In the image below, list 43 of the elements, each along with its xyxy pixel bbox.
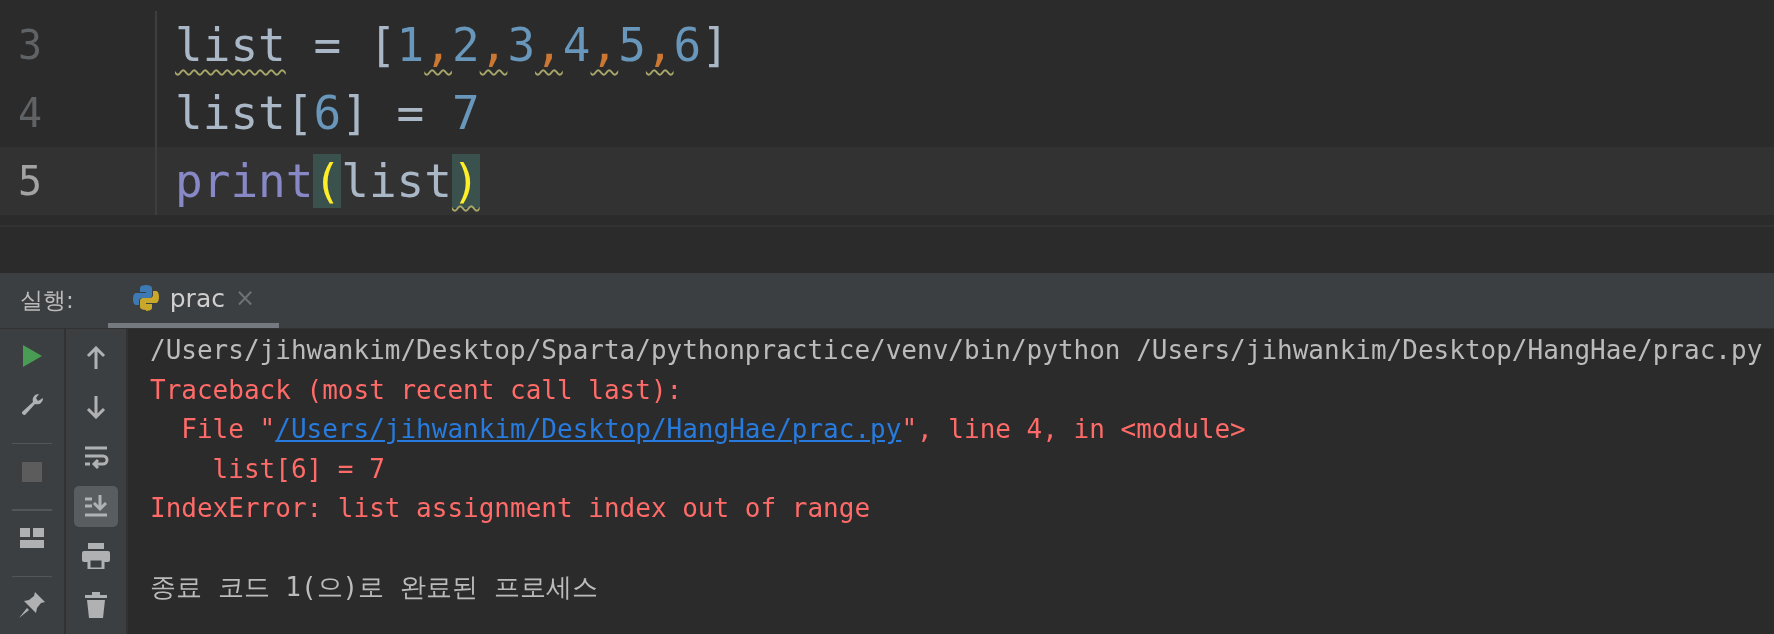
line-number: 5 bbox=[17, 158, 44, 204]
code-token: list bbox=[175, 18, 286, 72]
code-token: ) bbox=[451, 154, 480, 208]
code-token: 1 bbox=[396, 18, 425, 72]
run-label: 실행: bbox=[20, 286, 74, 315]
code-token: 4 bbox=[562, 18, 591, 72]
line-number: 3 bbox=[17, 22, 44, 68]
code-token: , bbox=[479, 18, 508, 72]
code-token: 6 bbox=[673, 18, 702, 72]
code-token: , bbox=[535, 18, 563, 72]
code-token: list bbox=[341, 154, 452, 208]
code-token: list[ bbox=[175, 86, 314, 140]
code-token: = [ bbox=[312, 18, 397, 72]
console-text: IndexError: list assignment index out of range bbox=[150, 492, 871, 525]
code-token: 7 bbox=[451, 86, 480, 140]
python-icon bbox=[131, 284, 160, 312]
arrow-down-icon[interactable] bbox=[86, 395, 106, 420]
code-token: 3 bbox=[507, 18, 536, 72]
pin-icon[interactable] bbox=[18, 590, 46, 619]
code-token: print bbox=[175, 154, 314, 208]
code-token: , bbox=[590, 18, 619, 72]
code-token: 5 bbox=[618, 18, 646, 72]
console-text: list[6] = 7 bbox=[211, 452, 385, 486]
line-number: 4 bbox=[17, 90, 44, 136]
code-token: , bbox=[424, 18, 452, 72]
console-text: ", line 4, in <module> bbox=[901, 413, 1246, 446]
printer-icon[interactable] bbox=[82, 542, 110, 569]
code-token: , bbox=[645, 18, 674, 72]
exit-message: 종료 코드 1(으)로 완료된 프로세스 bbox=[150, 571, 598, 604]
code-token: 2 bbox=[451, 18, 480, 72]
console-text: /Users/jihwankim/Desktop/Sparta/pythonpractice/venv/bin/python /Users/jihwankim/Desktop/HangHae/prac.py bbox=[150, 334, 1763, 367]
scroll-to-end-icon[interactable] bbox=[83, 493, 109, 520]
trash-icon[interactable] bbox=[85, 592, 107, 619]
code-token: ( bbox=[313, 154, 342, 208]
layout-icon[interactable] bbox=[20, 528, 44, 549]
code-token: ] = bbox=[341, 86, 426, 140]
run-icon[interactable] bbox=[21, 344, 43, 369]
console-text: File " bbox=[180, 413, 276, 446]
run-tab[interactable]: prac × bbox=[107, 273, 280, 328]
console-text: Traceback (most recent call last): bbox=[150, 373, 683, 407]
code-token: 6 bbox=[313, 86, 342, 140]
arrow-up-icon[interactable] bbox=[86, 345, 106, 370]
code-token: ] bbox=[701, 18, 729, 72]
